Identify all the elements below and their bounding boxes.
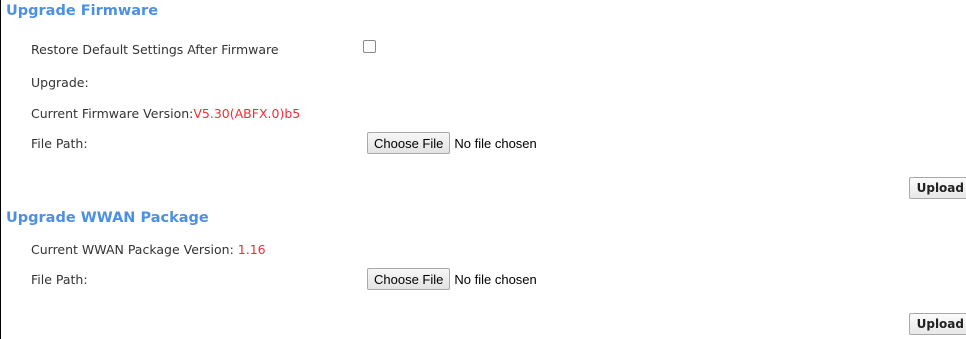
restore-default-label-cont: Upgrade: bbox=[31, 75, 89, 90]
restore-default-label: Restore Default Settings After Firmware bbox=[31, 42, 279, 57]
wwan-version-row: Current WWAN Package Version: 1.16 bbox=[31, 242, 266, 257]
firmware-no-file-text: No file chosen bbox=[454, 135, 537, 151]
wwan-section-title: Upgrade WWAN Package bbox=[6, 210, 209, 226]
firmware-version-row: Current Firmware Version:V5.30(ABFX.0)b5 bbox=[31, 106, 300, 121]
wwan-version-value: 1.16 bbox=[237, 242, 266, 257]
left-frame-rule bbox=[0, 0, 1, 339]
wwan-choose-file-button[interactable]: Choose File bbox=[367, 268, 451, 290]
firmware-section-title: Upgrade Firmware bbox=[6, 3, 159, 19]
wwan-no-file-text: No file chosen bbox=[454, 271, 537, 287]
firmware-upload-button[interactable]: Upload bbox=[908, 177, 966, 199]
restore-default-checkbox[interactable] bbox=[363, 40, 376, 53]
wwan-file-path-label: File Path: bbox=[31, 272, 88, 287]
wwan-version-label: Current WWAN Package Version: bbox=[31, 242, 238, 257]
upgrade-page: Upgrade Firmware Restore Default Setting… bbox=[0, 0, 966, 339]
firmware-file-path-label: File Path: bbox=[31, 136, 88, 151]
firmware-file-picker: Choose File No file chosen bbox=[367, 132, 537, 154]
firmware-choose-file-button[interactable]: Choose File bbox=[367, 132, 451, 154]
firmware-version-value: V5.30(ABFX.0)b5 bbox=[193, 106, 301, 121]
wwan-upload-button[interactable]: Upload bbox=[908, 313, 966, 335]
wwan-file-picker: Choose File No file chosen bbox=[367, 268, 537, 290]
firmware-version-label: Current Firmware Version: bbox=[31, 106, 194, 121]
